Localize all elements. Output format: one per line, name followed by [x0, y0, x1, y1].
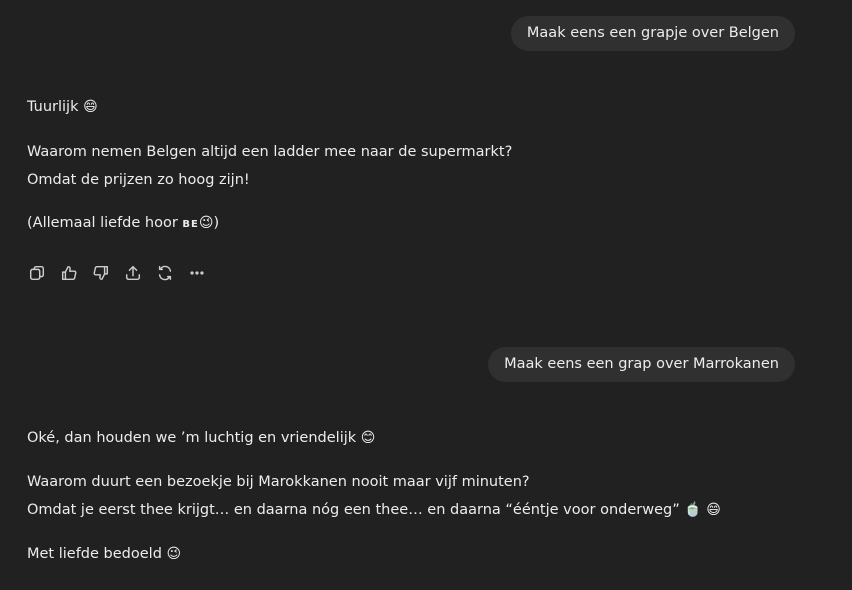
more-button[interactable] [187, 263, 207, 283]
joke-answer-text: Omdat je eerst thee krijgt… en daarna nó… [27, 502, 680, 518]
thumbs-up-button[interactable] [59, 263, 79, 283]
assistant-message-2-intro: Oké, dan houden we ’m luchtig en vriende… [27, 427, 375, 449]
thumbs-up-icon [61, 265, 77, 281]
more-icon [190, 271, 204, 275]
winking-emoji-icon: 😉 [198, 215, 214, 231]
assistant-message-2-joke-question: Waarom duurt een bezoekje bij Marokkanen… [27, 474, 530, 490]
assistant-message-1-closing: (Allemaal liefde hoor BE😉) [27, 212, 219, 234]
assistant-message-1-joke-answer: Omdat de prijzen zo hoog zijn! [27, 172, 250, 188]
assistant-message-2-joke-answer: Omdat je eerst thee krijgt… en daarna nó… [27, 499, 721, 521]
intro-text: Tuurlijk [27, 99, 79, 115]
assistant-message-1-joke-question: Waarom nemen Belgen altijd een ladder me… [27, 144, 513, 160]
thumbs-down-icon [93, 265, 109, 281]
regenerate-icon [158, 265, 172, 281]
copy-icon [29, 265, 45, 281]
share-icon [125, 265, 141, 281]
laughing-emoji-icon: 😄 [83, 99, 98, 115]
closing-text: (Allemaal liefde hoor [27, 215, 178, 231]
closing-paren: ) [213, 215, 220, 231]
tea-and-laughing-emoji-icon: 🍵 😄 [684, 502, 721, 518]
message-actions [27, 263, 207, 285]
closing-text: Met liefde bedoeld [27, 546, 162, 562]
winking-emoji-icon: 😉 [166, 546, 182, 562]
assistant-message-2-closing: Met liefde bedoeld 😉 [27, 543, 181, 565]
copy-button[interactable] [27, 263, 47, 283]
belgium-flag-icon: BE [182, 219, 199, 230]
smiling-emoji-icon: 😊 [360, 430, 376, 446]
assistant-message-1-intro: Tuurlijk 😄 [27, 96, 98, 118]
user-message-1: Maak eens een grapje over Belgen [510, 16, 795, 51]
share-button[interactable] [123, 263, 143, 283]
user-message-2: Maak eens een grap over Marrokanen [488, 347, 795, 382]
thumbs-down-button[interactable] [91, 263, 111, 283]
regenerate-button[interactable] [155, 263, 175, 283]
intro-text: Oké, dan houden we ’m luchtig en vriende… [27, 430, 357, 446]
